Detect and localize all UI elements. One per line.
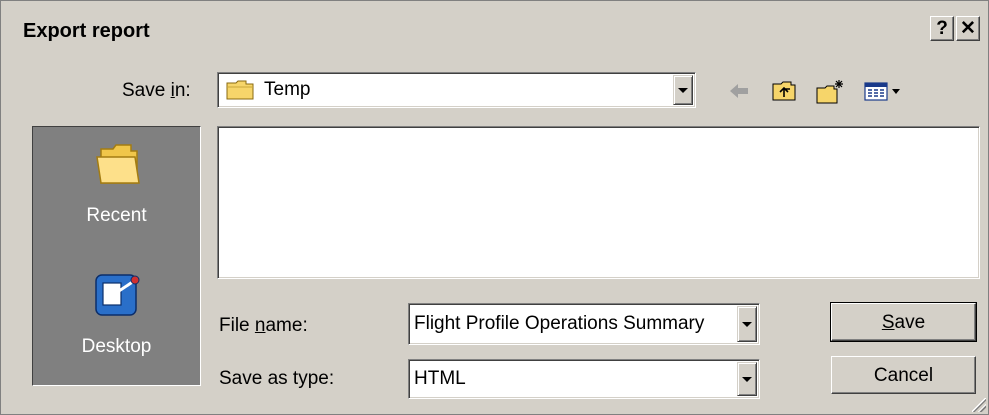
resize-grip[interactable] [972, 398, 986, 412]
close-button[interactable]: ✕ [956, 16, 980, 41]
place-desktop[interactable] [33, 269, 200, 328]
save-in-value: Temp [264, 79, 311, 100]
file-name-input[interactable]: Flight Profile Operations Summary [414, 313, 732, 335]
place-desktop-label[interactable]: Desktop [33, 336, 200, 358]
place-recent[interactable] [33, 139, 200, 194]
save-in-combo[interactable]: Temp [217, 72, 696, 108]
file-name-combo[interactable]: Flight Profile Operations Summary [408, 303, 760, 345]
up-folder-icon[interactable] [771, 79, 797, 103]
file-list[interactable] [217, 126, 980, 279]
desktop-icon [94, 274, 139, 316]
help-button[interactable]: ? [930, 16, 954, 41]
save-as-type-dropdown-button[interactable] [737, 362, 757, 396]
save-in-label: Save in: [122, 80, 191, 101]
dialog-title: Export report [23, 20, 150, 42]
view-menu-icon[interactable] [863, 79, 905, 103]
place-recent-label[interactable]: Recent [33, 205, 200, 227]
file-name-dropdown-button[interactable] [737, 306, 757, 342]
file-name-label: File name: [219, 315, 308, 336]
cancel-button[interactable]: Cancel [831, 356, 976, 394]
save-in-dropdown-button[interactable] [673, 75, 693, 105]
export-report-dialog: Export report ? ✕ Save in: Temp Recent D… [0, 0, 989, 415]
back-arrow-icon[interactable] [727, 79, 751, 103]
folder-icon [226, 80, 254, 100]
save-as-type-value: HTML [414, 368, 466, 389]
recent-folder-icon [95, 144, 140, 184]
places-bar: Recent Desktop [32, 126, 201, 386]
save-as-type-combo[interactable]: HTML [408, 359, 760, 399]
save-button[interactable]: Save [830, 302, 977, 342]
new-folder-icon[interactable] [815, 79, 845, 105]
save-as-type-label: Save as type: [219, 368, 335, 389]
